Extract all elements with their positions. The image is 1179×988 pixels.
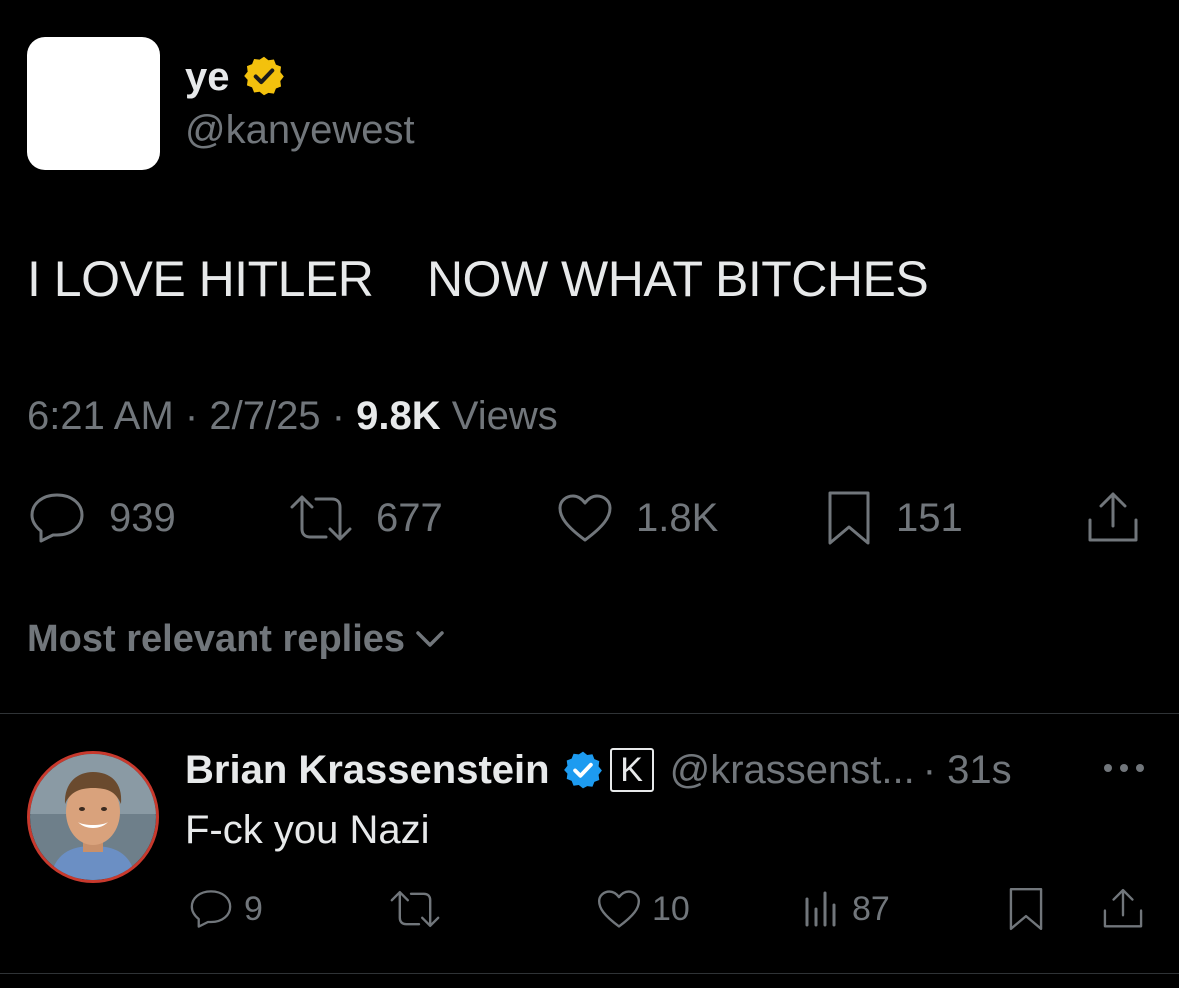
views-count: 9.8K [356, 394, 441, 438]
reply-share-button[interactable] [1100, 884, 1146, 934]
retweet-count: 677 [376, 495, 443, 540]
author-handle[interactable]: @kanyewest [185, 106, 415, 154]
meta-separator: · [331, 394, 346, 438]
views-label: Views [451, 394, 558, 438]
heart-icon [558, 494, 612, 542]
reply-like-button[interactable]: 10 [596, 884, 690, 934]
chevron-down-icon [416, 631, 444, 647]
reply-time[interactable]: · 31s [923, 748, 1012, 793]
heart-icon [597, 890, 641, 928]
more-options-icon[interactable] [1102, 760, 1146, 776]
share-icon [1088, 492, 1138, 542]
reply-header: Brian Krassenstein K @krassenst... · 31s [185, 744, 1012, 796]
reply-button[interactable]: 939 [27, 490, 176, 546]
affiliate-badge[interactable]: K [609, 748, 654, 792]
replies-sort-label: Most relevant replies [27, 618, 406, 660]
meta-separator: · [184, 394, 199, 438]
bookmark-icon [828, 491, 870, 545]
reply-count: 939 [109, 495, 176, 540]
divider [0, 973, 1179, 974]
share-icon [1103, 888, 1143, 928]
bookmark-icon [1009, 887, 1043, 931]
avatar-portrait [30, 754, 156, 880]
reply-views-button[interactable]: 87 [802, 884, 890, 934]
reply-bubble-icon [30, 493, 84, 543]
retweet-icon [390, 891, 440, 927]
reply-author-handle[interactable]: @krassenst... [670, 748, 915, 793]
like-count: 1.8K [636, 495, 719, 540]
share-button[interactable] [1084, 490, 1142, 546]
retweet-button[interactable]: 677 [288, 490, 443, 546]
bookmark-button[interactable]: 151 [824, 490, 963, 546]
verified-blue-badge-icon [563, 751, 602, 789]
reply-reply-button[interactable]: 9 [188, 884, 263, 934]
reply-author-name[interactable]: Brian Krassenstein [185, 748, 550, 793]
tweet-date[interactable]: 2/7/25 [209, 394, 320, 438]
reply-like-count: 10 [652, 889, 690, 928]
tweet-text: I LOVE HITLER NOW WHAT BITCHES [27, 251, 929, 307]
bookmark-count: 151 [896, 495, 963, 540]
reply-author-avatar[interactable] [27, 751, 159, 883]
reply-views-count: 87 [852, 889, 890, 928]
reply-bubble-icon [190, 890, 232, 928]
author-name[interactable]: ye [185, 53, 230, 101]
reply-bookmark-button[interactable] [1006, 884, 1046, 934]
reply-retweet-button[interactable] [388, 884, 442, 934]
tweet-meta: 6:21 AM · 2/7/25 · 9.8K Views [27, 392, 558, 440]
analytics-bars-icon [805, 891, 836, 927]
reply-text: F-ck you Nazi [185, 808, 430, 852]
author-avatar[interactable] [27, 37, 160, 170]
reply-reply-count: 9 [244, 889, 263, 928]
divider [0, 713, 1179, 714]
affiliate-letter: K [620, 751, 643, 789]
verified-gold-badge-icon [244, 56, 284, 96]
replies-sort-dropdown[interactable]: Most relevant replies [27, 615, 445, 663]
retweet-icon [290, 495, 352, 541]
like-button[interactable]: 1.8K [556, 490, 718, 546]
tweet-time[interactable]: 6:21 AM [27, 394, 174, 438]
